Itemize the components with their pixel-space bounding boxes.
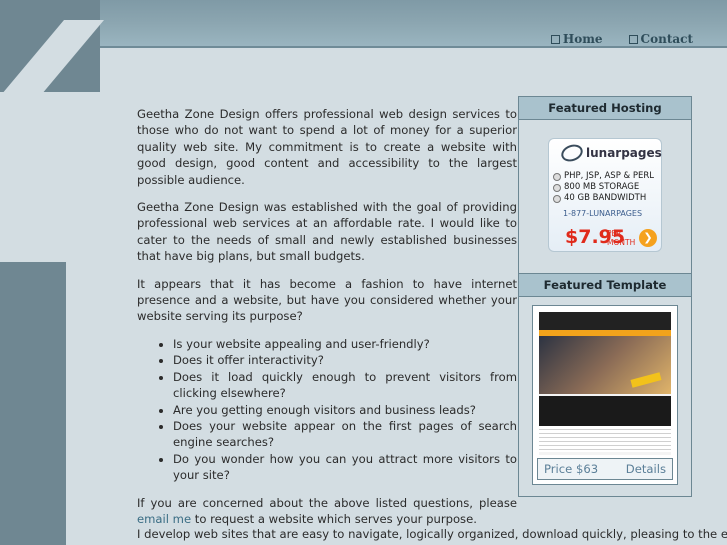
arrow-right-icon[interactable]: ❯ xyxy=(639,229,657,247)
featured-hosting-title: Featured Hosting xyxy=(519,96,691,120)
list-item: Does it load quickly enough to prevent v… xyxy=(173,369,517,402)
list-item: 800 MB STORAGE xyxy=(553,182,654,193)
list-item: Does your website appear on the first pa… xyxy=(173,418,517,451)
template-details-link[interactable]: Details xyxy=(626,462,666,476)
nav-home-label: Home xyxy=(562,32,603,46)
ad-feature-list: PHP, JSP, ASP & PERL 800 MB STORAGE 40 G… xyxy=(553,171,654,204)
email-me-link[interactable]: email me xyxy=(137,512,191,526)
nav-home-link[interactable]: Home xyxy=(550,32,603,46)
goal-paragraph: Geetha Zone Design was established with … xyxy=(137,200,517,264)
list-item: Do you wonder how you can you attract mo… xyxy=(173,451,517,484)
ad-per-month: PER MONTH xyxy=(607,229,635,247)
template-footer: Price $63 Details xyxy=(537,458,673,480)
list-item: Are you getting enough visitors and busi… xyxy=(173,402,517,418)
featured-template-card: Price $63 Details xyxy=(532,305,678,485)
main-content: Geetha Zone Design offers professional w… xyxy=(137,106,517,538)
develop-paragraph: I develop web sites that are easy to nav… xyxy=(137,527,727,541)
top-nav: Home Contact xyxy=(550,32,693,46)
list-item: Is your website appealing and user-frien… xyxy=(173,336,517,352)
question-list: Is your website appealing and user-frien… xyxy=(137,336,517,484)
featured-template-title: Featured Template xyxy=(519,273,691,297)
lunarpages-logo: lunarpages xyxy=(558,141,662,165)
ad-month: MONTH xyxy=(607,238,636,247)
sidebar: Featured Hosting lunarpages PHP, JSP, AS… xyxy=(518,96,692,497)
nav-contact-link[interactable]: Contact xyxy=(628,32,693,46)
square-bullet-icon xyxy=(628,34,638,44)
lunarpages-ad[interactable]: lunarpages PHP, JSP, ASP & PERL 800 MB S… xyxy=(548,138,662,252)
ad-phone: 1-877-LUNARPAGES xyxy=(563,209,643,218)
template-preview-image[interactable] xyxy=(539,312,671,455)
planet-icon xyxy=(558,141,586,165)
ad-brand: lunarpages xyxy=(586,146,662,160)
ad-per: PER xyxy=(607,229,622,238)
template-price: Price $63 xyxy=(544,462,599,476)
nav-contact-label: Contact xyxy=(640,32,693,46)
square-bullet-icon xyxy=(550,34,560,44)
contact-paragraph: If you are concerned about the above lis… xyxy=(137,495,517,528)
contact-text-after: to request a website which serves your p… xyxy=(191,511,477,526)
left-side-bar-decoration xyxy=(0,262,66,545)
question-paragraph: It appears that it has become a fashion … xyxy=(137,276,517,324)
list-item: 40 GB BANDWIDTH xyxy=(553,193,654,204)
list-item: PHP, JSP, ASP & PERL xyxy=(553,171,654,182)
list-item: Does it offer interactivity? xyxy=(173,352,517,368)
intro-paragraph: Geetha Zone Design offers professional w… xyxy=(137,107,517,187)
contact-text-before: If you are concerned about the above lis… xyxy=(137,495,517,510)
